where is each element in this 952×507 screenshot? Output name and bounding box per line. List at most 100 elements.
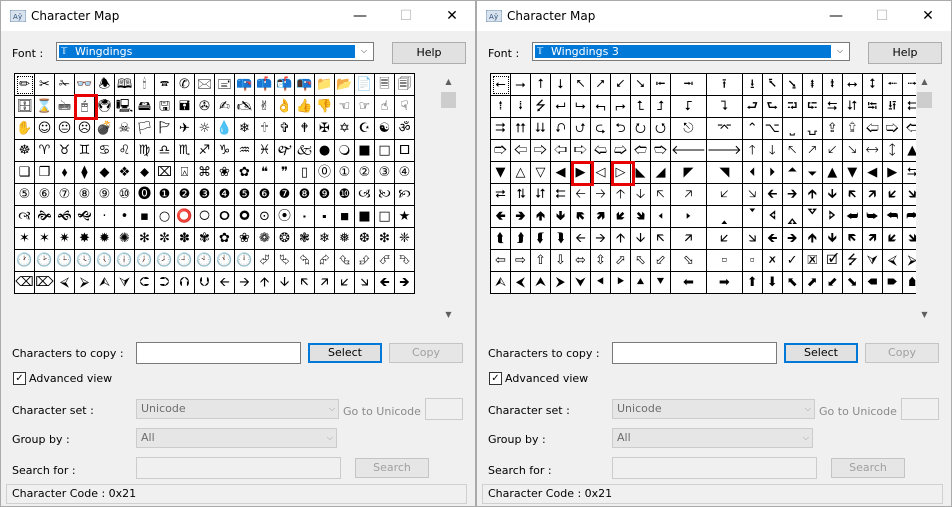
character-cell[interactable]: 🡱 [801, 183, 823, 206]
character-cell[interactable]: ⭫ [490, 95, 511, 118]
character-cell[interactable]: 📂 [334, 73, 355, 96]
character-cell[interactable]: ✓ [781, 249, 803, 272]
character-cell[interactable]: ⇪ [821, 117, 843, 140]
character-cell[interactable]: ⮋ [194, 271, 215, 294]
character-cell[interactable]: 📬 [274, 73, 295, 96]
character-cell[interactable]: ★ [394, 205, 415, 228]
character-cell[interactable]: 🖎 [234, 95, 255, 118]
character-cell[interactable]: ♒ [234, 139, 255, 162]
character-cell[interactable]: ⮲ [294, 249, 315, 272]
character-cell[interactable]: 🢩 [610, 139, 631, 162]
character-cell[interactable]: ✌ [254, 95, 275, 118]
character-cell[interactable]: ♏ [174, 139, 195, 162]
character-cell[interactable]: ☠ [114, 117, 135, 140]
help-button[interactable]: Help [868, 42, 942, 64]
character-cell[interactable]: ⑨ [94, 183, 115, 206]
character-cell[interactable]: ✍ [214, 95, 235, 118]
character-cell[interactable]: 🡢 [590, 183, 611, 206]
character-cell[interactable]: 🡑 [741, 139, 763, 162]
character-cell[interactable]: ❄ [314, 227, 335, 250]
character-cell[interactable]: 🕖 [134, 249, 155, 272]
character-cell[interactable]: 🖲 [94, 95, 115, 118]
character-cell[interactable]: ◥ [705, 161, 743, 184]
character-cell[interactable]: 🗶 [761, 249, 783, 272]
character-cell[interactable]: 🙠 [374, 183, 395, 206]
character-cell[interactable]: 🡹 [801, 227, 823, 250]
character-cell[interactable]: ⬅ [670, 271, 707, 294]
advanced-view-label[interactable]: Advanced view [505, 372, 588, 385]
character-cell[interactable]: 🕓 [74, 249, 95, 272]
character-cell[interactable]: ❖ [114, 161, 135, 184]
character-cell[interactable]: 🞁 [781, 161, 803, 184]
characters-to-copy-input[interactable] [136, 342, 301, 364]
character-cell[interactable]: ▼ [490, 161, 511, 184]
character-cell[interactable]: ❶ [154, 183, 175, 206]
character-cell[interactable]: 🕚 [214, 249, 235, 272]
character-cell[interactable]: 🕭 [94, 73, 115, 96]
character-cell[interactable]: ⌛ [34, 95, 55, 118]
character-cell[interactable]: ⬃ [650, 249, 671, 272]
character-cell[interactable]: ⮃ [530, 183, 551, 206]
character-cell[interactable]: 🡸 [761, 227, 783, 250]
character-cell[interactable]: 🡥 [670, 183, 707, 206]
character-cell[interactable]: ❺ [234, 183, 255, 206]
character-cell[interactable]: ⭱ [705, 73, 743, 96]
character-cell[interactable]: ⮯ [550, 227, 571, 250]
character-cell[interactable]: 🖴 [134, 95, 155, 118]
character-cell[interactable]: ⯇ [590, 271, 611, 294]
character-cell[interactable]: ⓪ [314, 161, 335, 184]
character-cell[interactable]: ⑧ [74, 183, 95, 206]
character-cell[interactable]: 🖮 [54, 95, 75, 118]
character-cell[interactable]: ⇧ [530, 249, 551, 272]
character-cell[interactable]: ⭍ [530, 95, 551, 118]
scroll-up-icon[interactable]: ▲ [916, 73, 933, 90]
character-cell[interactable]: ☹ [74, 117, 95, 140]
character-cell[interactable]: ⭢ [510, 73, 531, 96]
character-cell[interactable]: 🕙 [194, 249, 215, 272]
character-cell[interactable]: 🙡 [394, 183, 415, 206]
character-cell[interactable]: ⮳ [314, 249, 335, 272]
character-cell[interactable]: 🢂 [510, 205, 531, 228]
character-cell[interactable]: 🗏 [374, 73, 395, 96]
scroll-up-icon[interactable]: ▲ [440, 73, 457, 90]
character-cell[interactable]: ❂ [274, 227, 295, 250]
character-cell[interactable]: ♓ [254, 139, 275, 162]
character-cell[interactable]: 🔾 [334, 139, 355, 162]
character-cell[interactable]: ⯅ [630, 271, 651, 294]
character-cell[interactable]: ⮏ [550, 117, 571, 140]
character-cell[interactable]: 🞂 [761, 161, 783, 184]
character-cell[interactable]: 🢄 [570, 205, 591, 228]
grid-scrollbar[interactable]: ▲ ▼ [916, 73, 933, 323]
character-cell[interactable]: ⭳ [741, 73, 763, 96]
character-cell[interactable]: ☞ [354, 95, 375, 118]
character-cell[interactable]: 🡳 [821, 183, 843, 206]
character-cell[interactable]: 🡰 [761, 183, 783, 206]
character-cell[interactable]: 🕮 [114, 73, 135, 96]
character-cell[interactable]: 👌 [274, 95, 295, 118]
character-cell[interactable]: 🖳 [114, 95, 135, 118]
character-cell[interactable]: △ [510, 161, 531, 184]
character-cell[interactable]: 🞍 [314, 205, 335, 228]
character-cell[interactable]: ⮮ [530, 227, 551, 250]
character-cell[interactable]: 🞃 [801, 161, 823, 184]
character-cell[interactable]: ☟ [394, 95, 415, 118]
character-cell[interactable]: 💣 [94, 117, 115, 140]
character-cell[interactable]: ② [354, 161, 375, 184]
character-cell[interactable]: 🡿 [881, 227, 903, 250]
scroll-thumb[interactable] [441, 92, 456, 108]
character-cell[interactable]: 🢣 [490, 139, 511, 162]
character-cell[interactable]: ❑ [14, 161, 35, 184]
close-icon[interactable]: ✕ [905, 1, 951, 31]
character-cell[interactable]: ③ [374, 161, 395, 184]
character-cell[interactable]: ⭤ [841, 73, 863, 96]
character-cell[interactable]: ⮒ [781, 95, 803, 118]
character-cell[interactable]: 🕕 [114, 249, 135, 272]
character-cell[interactable]: ⭿ [881, 95, 903, 118]
character-cell[interactable]: 🡬 [294, 271, 315, 294]
character-cell[interactable]: ⮎ [590, 117, 611, 140]
character-cell[interactable]: ⮩ [861, 205, 883, 228]
character-cell[interactable]: ❿ [334, 183, 355, 206]
character-cell[interactable]: ◆ [94, 161, 115, 184]
character-cell[interactable]: 🕒 [54, 249, 75, 272]
character-cell[interactable]: ▷ [610, 161, 631, 184]
